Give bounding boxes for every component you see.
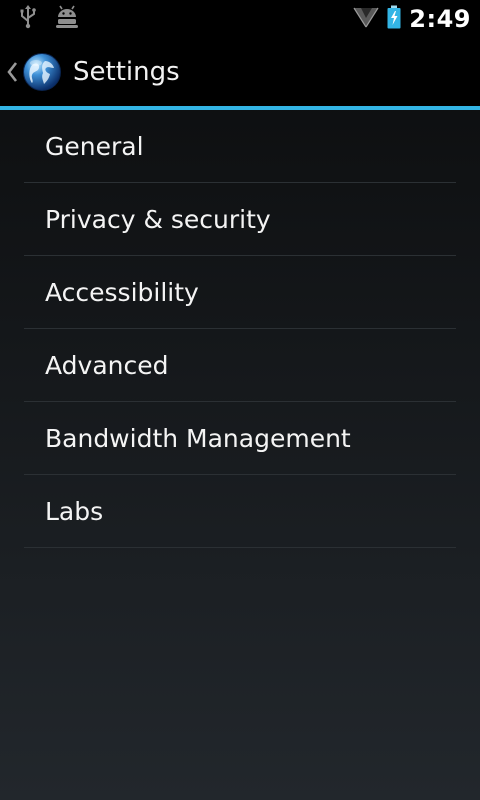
- settings-item-labs[interactable]: Labs: [24, 475, 456, 548]
- settings-list: General Privacy & security Accessibility…: [24, 110, 456, 548]
- browser-globe-icon[interactable]: [22, 52, 62, 92]
- system-status: 2:49: [353, 5, 480, 33]
- settings-item-bandwidth-management[interactable]: Bandwidth Management: [24, 402, 456, 475]
- settings-item-label: Bandwidth Management: [45, 423, 351, 453]
- settings-item-privacy-security[interactable]: Privacy & security: [24, 183, 456, 256]
- settings-screen: 2:49 Settings General Privacy & security…: [0, 0, 480, 800]
- settings-item-label: Accessibility: [45, 277, 199, 307]
- status-clock: 2:49: [409, 5, 471, 33]
- notification-icons: [0, 4, 80, 34]
- settings-item-label: Privacy & security: [45, 204, 271, 234]
- settings-item-general[interactable]: General: [24, 110, 456, 183]
- chevron-left-icon[interactable]: [6, 61, 18, 83]
- signal-icon: [353, 6, 379, 32]
- page-title: Settings: [73, 57, 180, 87]
- battery-charging-icon: [387, 5, 401, 33]
- settings-item-label: Advanced: [45, 350, 169, 380]
- android-debug-icon: [54, 5, 80, 33]
- settings-item-advanced[interactable]: Advanced: [24, 329, 456, 402]
- status-bar: 2:49: [0, 0, 480, 38]
- action-bar[interactable]: Settings: [0, 38, 480, 106]
- usb-icon: [18, 4, 38, 34]
- settings-item-accessibility[interactable]: Accessibility: [24, 256, 456, 329]
- settings-item-label: General: [45, 131, 144, 161]
- settings-item-label: Labs: [45, 496, 104, 526]
